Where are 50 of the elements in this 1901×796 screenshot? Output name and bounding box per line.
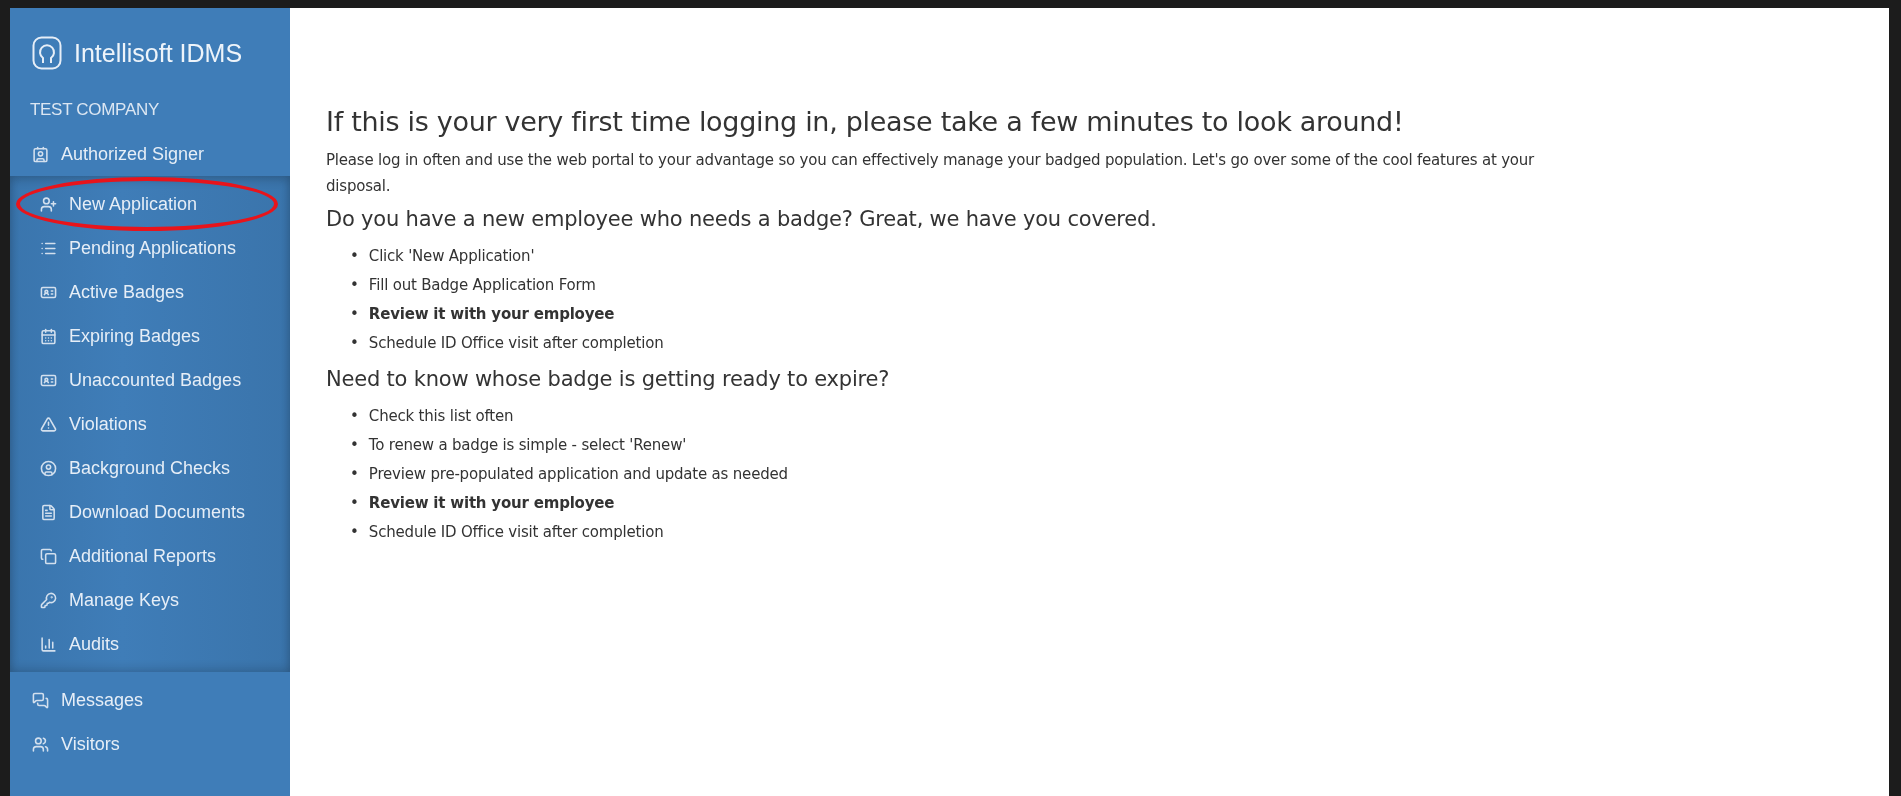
bullet-marker: • [350, 332, 359, 353]
sidebar-item[interactable]: Expiring Badges [10, 314, 290, 358]
sidebar-item[interactable]: Pending Applications [10, 226, 290, 270]
sidebar-item[interactable]: Additional Reports [10, 534, 290, 578]
section-heading: Need to know whose badge is getting ready to expire? [326, 367, 891, 391]
sidebar-item[interactable]: Manage Keys [10, 578, 290, 622]
sidebar-item[interactable]: Visitors [10, 722, 290, 766]
bullet-marker: • [350, 492, 359, 513]
section-heading: Do you have a new employee who needs a badge? Great, we have you covered. [326, 207, 1158, 231]
page-heading: If this is your very first time logging in, please take a few minutes to look around! [326, 106, 1405, 137]
bullet-marker: • [350, 274, 359, 295]
sidebar-item[interactable]: Audits [10, 622, 290, 666]
bullet-text: Schedule ID Office visit after completion [368, 521, 664, 542]
bullet-marker: • [350, 405, 359, 426]
bullet-text: Schedule ID Office visit after completion [368, 332, 664, 353]
bullet-text: Check this list often [368, 405, 514, 426]
bar-chart-icon [40, 635, 57, 653]
bullet-text: Click 'New Application' [368, 245, 535, 266]
bullet-text: Preview pre-populated application and update as needed [368, 463, 788, 484]
copy-icon [40, 547, 57, 565]
sidebar-item[interactable]: New Application [10, 182, 290, 226]
users-icon [32, 735, 49, 753]
user-circle-icon [40, 459, 57, 477]
bullet-text: To renew a badge is simple - select 'Renew' [368, 434, 687, 455]
bullet-marker: • [350, 245, 359, 266]
warning-icon [40, 415, 57, 433]
contact-card-icon [32, 145, 49, 163]
key-icon [40, 591, 57, 609]
user-plus-icon [40, 195, 57, 213]
sidebar-item[interactable]: Unaccounted Badges [10, 358, 290, 402]
calendar-icon [40, 327, 57, 345]
bullet-text: Review it with your employee [368, 492, 615, 513]
bullet-text: Fill out Badge Application Form [368, 274, 596, 295]
sidebar-item[interactable]: Authorized Signer [10, 132, 290, 176]
intro-paragraph: Please log in often and use the web portal to your advantage so you can effectively manage your badged population. Let's go over some of the cool features at your disposal. [326, 150, 1536, 197]
chat-icon [32, 691, 49, 709]
sidebar-item[interactable]: Violations [10, 402, 290, 446]
bullet-marker: • [350, 463, 359, 484]
sidebar-item[interactable]: Active Badges [10, 270, 290, 314]
sidebar-item[interactable]: Messages [10, 678, 290, 722]
bullet-marker: • [350, 521, 359, 542]
document-icon [40, 503, 57, 521]
sidebar-item[interactable]: Download Documents [10, 490, 290, 534]
bullet-text: Review it with your employee [368, 303, 615, 324]
bullet-marker: • [350, 434, 359, 455]
logo-icon [32, 36, 62, 70]
bullet-marker: • [350, 303, 359, 324]
company-name: TEST COMPANY [29, 99, 160, 120]
sidebar-item[interactable]: Background Checks [10, 446, 290, 490]
brand-name: Intellisoft IDMS [74, 38, 243, 68]
